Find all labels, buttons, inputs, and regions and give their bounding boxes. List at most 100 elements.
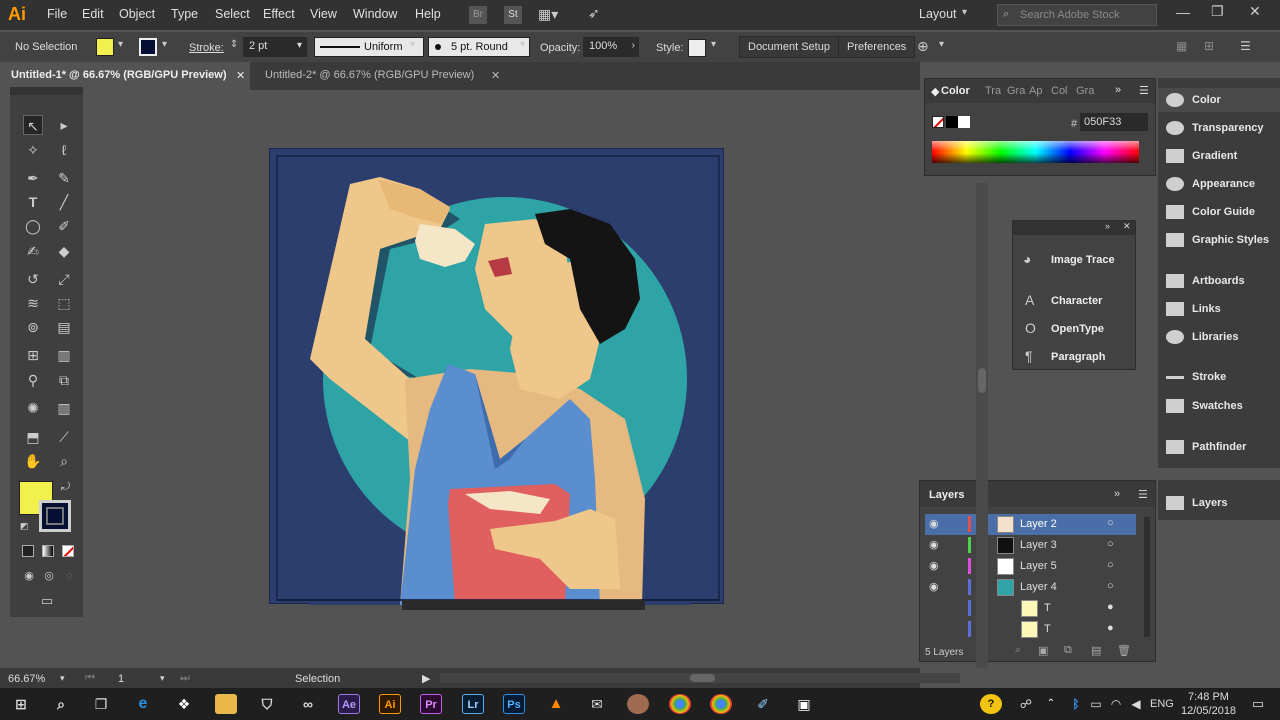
sublayer-row[interactable]: T ● [925, 598, 1136, 619]
tab-color[interactable]: Color [941, 85, 970, 97]
style-swatch[interactable] [688, 39, 706, 57]
menu-edit[interactable]: Edit [82, 7, 104, 21]
zoom-tool-icon[interactable]: ⌕ [54, 451, 74, 471]
task-view-icon[interactable]: ❐ [90, 694, 112, 714]
black-swatch[interactable] [946, 116, 958, 128]
panel-image-trace[interactable]: ◕ Image Trace [1023, 251, 1133, 271]
target-icon[interactable]: ● [1107, 622, 1114, 634]
perspective-grid-icon[interactable]: ▤ [54, 317, 74, 337]
photoshop-icon[interactable]: Ps [503, 694, 525, 714]
dock-artboards[interactable]: Artboards [1166, 274, 1276, 294]
slice-tool-icon[interactable]: ⟋ [54, 427, 74, 447]
menu-window[interactable]: Window [353, 7, 397, 21]
dock-layers[interactable]: Layers [1166, 496, 1276, 516]
target-icon[interactable]: ○ [1107, 559, 1114, 571]
default-colors-icon[interactable]: ◩ [20, 521, 29, 532]
color-spectrum[interactable] [932, 141, 1139, 163]
visibility-eye-icon[interactable]: ◉ [929, 517, 939, 530]
store-icon[interactable]: ⛉ [256, 694, 278, 714]
panel-menu-icon[interactable]: ☰ [1139, 84, 1149, 97]
swap-colors-icon[interactable]: ⤾ [61, 481, 70, 494]
layers-title[interactable]: Layers [929, 489, 964, 501]
menu-view[interactable]: View [310, 7, 337, 21]
dock-graphic-styles[interactable]: Graphic Styles [1166, 233, 1276, 253]
chevron-down-icon[interactable]: ▾ [939, 39, 944, 50]
layer-name[interactable]: Layer 3 [1020, 539, 1057, 551]
chevron-down-icon[interactable]: ▾ [160, 673, 165, 684]
show-hidden-icons[interactable]: ⌃ [1040, 694, 1062, 714]
tab-untitled-1[interactable]: Untitled-1* @ 66.67% (RGB/GPU Preview) ✕ [0, 62, 250, 90]
minimize-icon[interactable]: — [1176, 4, 1190, 20]
scroll-thumb[interactable] [690, 674, 715, 682]
stock-search[interactable]: ⌕ Search Adobe Stock [997, 4, 1157, 26]
panel-character[interactable]: A Character [1023, 292, 1133, 312]
stroke-label[interactable]: Stroke: [189, 42, 224, 54]
arrange-documents-icon[interactable]: ▦▾ [538, 6, 558, 23]
dock-swatches[interactable]: Swatches [1166, 399, 1276, 419]
more-tabs-icon[interactable]: » [1115, 84, 1121, 96]
target-icon[interactable]: ○ [1107, 538, 1114, 550]
scroll-thumb[interactable] [978, 368, 986, 393]
visibility-eye-icon[interactable]: ◉ [929, 580, 939, 593]
premiere-icon[interactable]: Pr [420, 694, 442, 714]
shaper-tool-icon[interactable]: ✍ [23, 241, 43, 261]
chevron-down-icon[interactable]: ▾ [410, 39, 415, 50]
chevron-down-icon[interactable]: ▾ [118, 39, 123, 50]
chrome-icon-2[interactable] [710, 694, 732, 714]
tab-untitled-2[interactable]: Untitled-2* @ 66.67% (RGB/GPU Preview) ✕ [251, 62, 511, 90]
target-icon[interactable]: ● [1107, 601, 1114, 613]
toolbar-header[interactable] [10, 87, 83, 95]
dock-links[interactable]: Links [1166, 302, 1276, 322]
curvature-tool-icon[interactable]: ✎ [54, 168, 74, 188]
layer-row[interactable]: ◉ ❯ Layer 3 ○ [925, 535, 1136, 556]
panel-opentype[interactable]: O OpenType [1023, 320, 1133, 340]
pen-tool-icon[interactable]: ✒ [23, 168, 43, 188]
target-icon[interactable]: ○ [1107, 517, 1114, 529]
first-artboard-icon[interactable]: ⏮ [85, 672, 95, 685]
selection-tool-icon[interactable]: ↖ [23, 115, 43, 135]
close-icon[interactable]: ✕ [491, 69, 500, 82]
file-explorer-icon[interactable] [215, 694, 237, 714]
panel-menu-icon[interactable]: ☰ [1138, 488, 1148, 501]
edge-icon[interactable]: e [132, 694, 154, 714]
blend-tool-icon[interactable]: ⧉ [54, 370, 74, 390]
help-icon[interactable]: ? [980, 694, 1002, 714]
close-icon[interactable]: ✕ [1249, 3, 1261, 20]
artboard-number[interactable]: 1 [118, 673, 124, 685]
search-icon[interactable]: ⌕ [50, 694, 72, 714]
dock-pathfinder[interactable]: Pathfinder [1166, 440, 1276, 460]
magic-wand-icon[interactable]: ✧ [23, 140, 43, 160]
bluetooth-icon[interactable]: ᛒ [1065, 694, 1087, 714]
layer-row[interactable]: ◉ ❯ Layer 5 ○ [925, 556, 1136, 577]
preferences-button[interactable]: Preferences [838, 36, 916, 58]
menu-type[interactable]: Type [171, 7, 198, 21]
tab-appearance[interactable]: Ap [1029, 85, 1042, 97]
gradient-tool-icon[interactable]: ▥ [54, 345, 74, 365]
language-indicator[interactable]: ENG [1150, 698, 1174, 710]
paintbrush-icon[interactable]: ✐ [54, 216, 74, 236]
collapse-icon[interactable]: » [1114, 488, 1120, 500]
opacity-field[interactable]: 100% › [583, 37, 639, 57]
tab-transparency[interactable]: Tra [985, 85, 1001, 97]
canvas-horizontal-scrollbar[interactable] [440, 673, 960, 683]
artboard[interactable] [269, 148, 724, 605]
after-effects-icon[interactable]: Ae [338, 694, 360, 714]
stepper-icon[interactable]: ⇕ [230, 39, 238, 50]
make-clipping-mask-icon[interactable]: ▣ [1038, 644, 1048, 657]
mail-icon[interactable]: ✉ [586, 694, 608, 714]
stroke-swatch[interactable] [139, 38, 157, 56]
dock-appearance[interactable]: Appearance [1166, 177, 1276, 197]
layer-row[interactable]: ◉ ❯ Layer 4 ○ [925, 577, 1136, 598]
menu-object[interactable]: Object [119, 7, 155, 21]
menu-help[interactable]: Help [415, 7, 441, 21]
clock-time[interactable]: 7:48 PM [1188, 691, 1229, 703]
chevron-down-icon[interactable]: ▾ [962, 7, 967, 18]
dock-transparency[interactable]: Transparency [1166, 121, 1276, 141]
distribute-icon[interactable]: ⊞ [1204, 39, 1214, 53]
hex-input[interactable]: 050F33 [1080, 113, 1148, 131]
color-mode-icon[interactable] [22, 545, 34, 557]
workspace-switcher[interactable]: Layout [919, 7, 957, 21]
stroke-color-box[interactable] [39, 500, 71, 532]
draw-inside-icon[interactable]: ◌ [59, 566, 79, 586]
chrome-icon[interactable] [669, 694, 691, 714]
